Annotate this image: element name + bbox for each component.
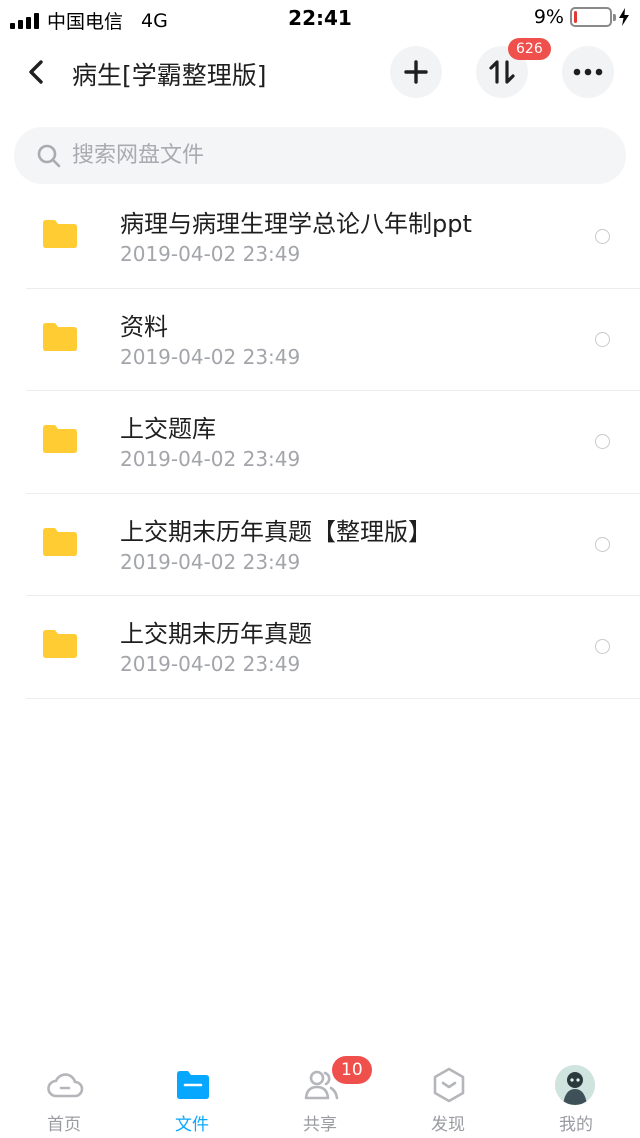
- file-date: 2019-04-02 23:49: [120, 652, 301, 676]
- tab-me[interactable]: 我的: [512, 1052, 640, 1138]
- folder-icon: [43, 527, 77, 556]
- plus-icon: [404, 60, 428, 84]
- avatar: [555, 1065, 595, 1105]
- file-date: 2019-04-02 23:49: [120, 344, 301, 369]
- folder-icon: [43, 630, 77, 658]
- bottom-tab-bar: 首页 文件 共享 10 发现 我的: [0, 1052, 640, 1138]
- battery-percent: 9%: [533, 6, 564, 28]
- folder-icon: [43, 425, 77, 453]
- select-checkbox[interactable]: [595, 331, 610, 347]
- file-date: 2019-04-02 23:49: [120, 242, 301, 266]
- file-row[interactable]: 上交期末历年真题【整理版】 2019-04-02 23:49: [0, 494, 640, 597]
- folder-icon: [43, 220, 77, 248]
- search-bar[interactable]: [14, 127, 626, 184]
- file-name: 上交期末历年真题: [120, 620, 312, 648]
- transfer-count-badge: 626: [508, 38, 551, 60]
- folder-icon: [43, 322, 77, 351]
- discover-icon: [433, 1067, 465, 1103]
- share-notification-badge: 10: [332, 1056, 372, 1084]
- select-checkbox[interactable]: [595, 639, 610, 654]
- tab-me-label: 我的: [559, 1115, 593, 1135]
- tab-home[interactable]: 首页: [0, 1052, 128, 1138]
- chevron-left-icon: [29, 60, 43, 84]
- tab-files-label: 文件: [175, 1115, 209, 1135]
- charging-bolt-icon: [619, 8, 629, 26]
- file-name: 资料: [120, 312, 168, 341]
- search-input[interactable]: [72, 143, 572, 168]
- select-checkbox[interactable]: [595, 434, 610, 449]
- tab-discover[interactable]: 发现: [384, 1052, 512, 1138]
- back-button[interactable]: [20, 56, 52, 88]
- file-name: 上交题库: [120, 415, 216, 443]
- cloud-home-icon: [47, 1073, 84, 1098]
- file-date: 2019-04-02 23:49: [120, 549, 301, 574]
- transfer-arrows-icon: [489, 60, 515, 84]
- battery-icon: [570, 7, 616, 27]
- file-list: 病理与病理生理学总论八年制ppt 2019-04-02 23:49 资料 2019-0…: [0, 186, 640, 699]
- select-checkbox[interactable]: [595, 536, 610, 552]
- file-name: 上交期末历年真题【整理版】: [120, 517, 432, 546]
- search-icon: [37, 144, 61, 167]
- select-checkbox[interactable]: [595, 229, 610, 244]
- file-date: 2019-04-02 23:49: [120, 447, 301, 471]
- folder-icon: [177, 1071, 209, 1099]
- add-button[interactable]: [390, 46, 442, 98]
- file-row[interactable]: 病理与病理生理学总论八年制ppt 2019-04-02 23:49: [0, 186, 640, 289]
- file-name: 病理与病理生理学总论八年制ppt: [120, 210, 472, 238]
- tab-home-label: 首页: [47, 1115, 81, 1135]
- tab-share-label: 共享: [303, 1115, 337, 1135]
- status-right: 9%: [534, 6, 630, 28]
- more-options-button[interactable]: [562, 46, 614, 98]
- status-bar: 中国电信 4G 22:41 9%: [0, 0, 640, 36]
- header: 病生[学霸整理版] 626: [0, 38, 640, 104]
- file-row[interactable]: 上交题库 2019-04-02 23:49: [0, 391, 640, 494]
- page-title: 病生[学霸整理版]: [72, 61, 267, 90]
- file-row[interactable]: 资料 2019-04-02 23:49: [0, 289, 640, 392]
- tab-discover-label: 发现: [431, 1115, 465, 1135]
- battery-level-fill: [574, 11, 578, 23]
- tab-files[interactable]: 文件: [128, 1052, 256, 1138]
- file-row[interactable]: 上交期末历年真题 2019-04-02 23:49: [0, 596, 640, 699]
- ellipsis-icon: [573, 68, 603, 76]
